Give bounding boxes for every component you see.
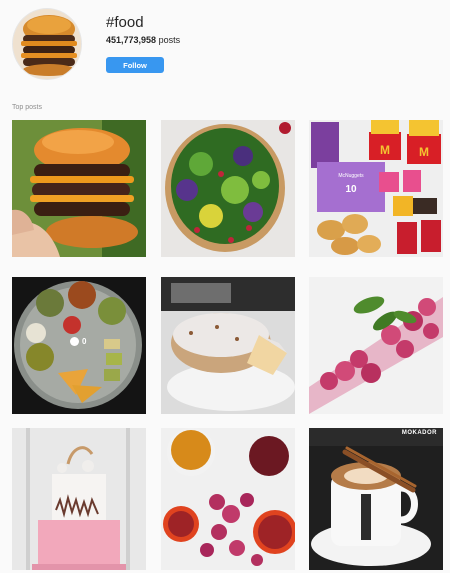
raspberry-bar-image xyxy=(309,277,443,414)
box-text: McNuggets xyxy=(338,173,364,179)
comment-count: 0 xyxy=(82,337,87,346)
comment-count-overlay: 0 xyxy=(70,337,86,346)
cappuccino-image xyxy=(309,428,443,570)
post-tiered-cake[interactable] xyxy=(12,428,146,570)
post-thali-plate[interactable]: 0 xyxy=(12,277,146,414)
mcdonalds-image: M M McNuggets 10 xyxy=(309,120,443,257)
post-cake-slice[interactable] xyxy=(161,277,295,414)
salad-image xyxy=(161,120,295,257)
post-burger-stack[interactable] xyxy=(12,120,146,257)
post-raspberry-bar[interactable] xyxy=(309,277,443,414)
box-number: 10 xyxy=(345,184,357,195)
post-blood-orange-tea[interactable] xyxy=(161,428,295,570)
post-salad-bowl[interactable] xyxy=(161,120,295,257)
svg-text:M: M xyxy=(380,143,390,157)
svg-text:M: M xyxy=(419,145,429,159)
comment-bubble-icon xyxy=(70,337,79,346)
top-posts-grid: M M McNuggets 10 0 MOKADOR xyxy=(0,0,450,573)
tiered-cake-image xyxy=(12,428,146,570)
blood-orange-tea-image xyxy=(161,428,295,570)
burger-image xyxy=(12,120,146,257)
cake-slice-image xyxy=(161,277,295,414)
brand-label: MOKADOR xyxy=(401,430,437,436)
post-mcdonalds-meal[interactable]: M M McNuggets 10 xyxy=(309,120,443,257)
post-cappuccino[interactable]: MOKADOR xyxy=(309,428,443,570)
